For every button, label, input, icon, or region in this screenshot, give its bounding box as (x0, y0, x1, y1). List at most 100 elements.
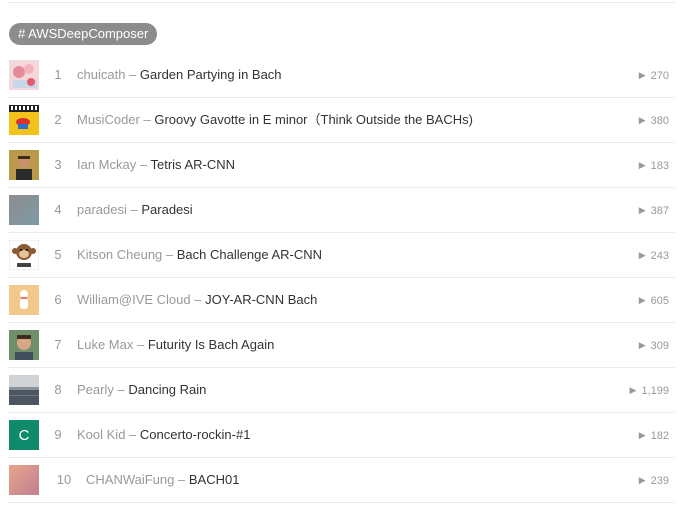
username-link[interactable]: paradesi (77, 202, 127, 217)
play-count: ▶ 605 (639, 278, 669, 323)
play-icon: ▶ (638, 295, 646, 305)
play-count-value: 380 (650, 115, 669, 127)
play-count: ▶ 183 (639, 143, 669, 188)
track-list: 1 chuicath – Garden Partying in Bach ▶ 27… (7, 53, 675, 503)
play-count-value: 183 (650, 160, 669, 172)
play-count-value: 182 (650, 430, 669, 442)
gradient-art[interactable] (9, 195, 39, 225)
separator: – (117, 382, 125, 397)
track-name-link[interactable]: Dancing Rain (128, 382, 206, 397)
play-count-value: 239 (650, 475, 669, 487)
portrait-icon[interactable] (9, 150, 39, 180)
track-title[interactable]: William@IVE Cloud – JOY-AR-CNN Bach (77, 278, 317, 322)
rank: 1 (54, 67, 62, 82)
play-count: ▶ 309 (639, 323, 669, 368)
rank: 8 (54, 382, 62, 397)
track-name-link[interactable]: Futurity Is Bach Again (148, 337, 274, 352)
rank: 4 (54, 202, 62, 217)
track-row[interactable]: 5 Kitson Cheung – Bach Challenge AR-CNN … (7, 233, 675, 278)
play-count-value: 270 (650, 70, 669, 82)
rank: 10 (56, 472, 72, 487)
track-name-link[interactable]: Groovy Gavotte in E minor（Think Outside … (154, 112, 473, 127)
play-count: ▶ 182 (639, 413, 669, 458)
play-icon: ▶ (638, 70, 646, 80)
separator: – (129, 427, 137, 442)
username-link[interactable]: Luke Max (77, 337, 133, 352)
track-name-link[interactable]: Garden Partying in Bach (140, 67, 282, 82)
track-title[interactable]: CHANWaiFung – BACH01 (86, 458, 239, 502)
track-name-link[interactable]: BACH01 (189, 472, 240, 487)
username-link[interactable]: Kool Kid (77, 427, 125, 442)
rank: 7 (54, 337, 62, 352)
track-title[interactable]: Pearly – Dancing Rain (77, 368, 206, 412)
letter-avatar[interactable]: C (9, 420, 39, 450)
track-row[interactable]: 3 Ian Mckay – Tetris AR-CNN ▶ 183 (7, 143, 675, 188)
gradient-art[interactable] (9, 465, 39, 495)
play-count: ▶ 1,199 (630, 368, 669, 413)
play-icon: ▶ (638, 250, 646, 260)
separator: – (137, 337, 145, 352)
track-title[interactable]: Kool Kid – Concerto-rockin-#1 (77, 413, 250, 457)
track-name-link[interactable]: Bach Challenge AR-CNN (177, 247, 322, 262)
play-count: ▶ 270 (639, 53, 669, 98)
hashtag-chip[interactable]: # AWSDeepComposer (9, 23, 158, 45)
play-icon: ▶ (638, 340, 646, 350)
username-link[interactable]: MusiCoder (77, 112, 140, 127)
keyboard-icon[interactable] (9, 105, 39, 135)
rank: 2 (54, 112, 62, 127)
play-icon: ▶ (638, 160, 646, 170)
track-title[interactable]: Luke Max – Futurity Is Bach Again (77, 323, 274, 367)
figure-icon[interactable] (9, 285, 39, 315)
separator: – (130, 202, 138, 217)
track-title[interactable]: paradesi – Paradesi (77, 188, 193, 232)
track-title[interactable]: chuicath – Garden Partying in Bach (77, 53, 282, 97)
separator: – (178, 472, 186, 487)
username-link[interactable]: Pearly (77, 382, 114, 397)
track-row[interactable]: 2 MusiCoder – Groovy Gavotte in E minor（… (7, 98, 675, 143)
username-link[interactable]: CHANWaiFung (86, 472, 174, 487)
track-row[interactable]: 4 paradesi – Paradesi ▶ 387 (7, 188, 675, 233)
track-title[interactable]: MusiCoder – Groovy Gavotte in E minor（Th… (77, 98, 473, 142)
play-count: ▶ 380 (639, 98, 669, 143)
track-row[interactable]: 6 William@IVE Cloud – JOY-AR-CNN Bach ▶ 6… (7, 278, 675, 323)
play-count-value: 309 (650, 340, 669, 352)
track-name-link[interactable]: JOY-AR-CNN Bach (205, 292, 317, 307)
play-icon: ▶ (638, 475, 646, 485)
avatar-letter: C (18, 426, 30, 444)
username-link[interactable]: Ian Mckay (77, 157, 136, 172)
separator: – (139, 157, 148, 172)
play-count: ▶ 243 (639, 233, 669, 278)
track-title[interactable]: Ian Mckay – Tetris AR-CNN (77, 143, 235, 187)
monkey-icon[interactable] (9, 240, 39, 270)
track-name-link[interactable]: Tetris AR-CNN (151, 157, 236, 172)
track-row[interactable]: 7 Luke Max – Futurity Is Bach Again ▶ 309 (7, 323, 675, 368)
landscape-art[interactable] (9, 375, 39, 405)
play-count: ▶ 387 (639, 188, 669, 233)
flower-icon[interactable] (9, 60, 39, 90)
rank: 5 (54, 247, 62, 262)
track-name-link[interactable]: Paradesi (141, 202, 192, 217)
play-count-value: 387 (650, 205, 669, 217)
username-link[interactable]: William@IVE Cloud (77, 292, 191, 307)
separator: – (165, 247, 174, 262)
rank: 3 (54, 157, 62, 172)
play-count-value: 605 (650, 295, 669, 307)
track-title[interactable]: Kitson Cheung – Bach Challenge AR-CNN (77, 233, 322, 277)
rank: 6 (54, 292, 62, 307)
username-link[interactable]: chuicath (77, 67, 125, 82)
play-count-value: 243 (650, 250, 669, 262)
track-row[interactable]: 8 Pearly – Dancing Rain ▶ 1,199 (7, 368, 675, 413)
track-row[interactable]: C 9 Kool Kid – Concerto-rockin-#1 ▶ 182 (7, 413, 675, 458)
username-link[interactable]: Kitson Cheung (77, 247, 162, 262)
play-icon: ▶ (638, 115, 646, 125)
rank: 9 (54, 427, 62, 442)
track-name-link[interactable]: Concerto-rockin-#1 (140, 427, 251, 442)
track-row[interactable]: 1 chuicath – Garden Partying in Bach ▶ 27… (7, 53, 675, 98)
play-icon: ▶ (638, 205, 646, 215)
track-row[interactable]: 10 CHANWaiFung – BACH01 ▶ 239 (7, 458, 675, 503)
play-count-value: 1,199 (641, 385, 669, 397)
play-icon: ▶ (638, 430, 646, 440)
portrait-icon[interactable] (9, 330, 39, 360)
separator: – (129, 67, 137, 82)
separator: – (143, 112, 151, 127)
